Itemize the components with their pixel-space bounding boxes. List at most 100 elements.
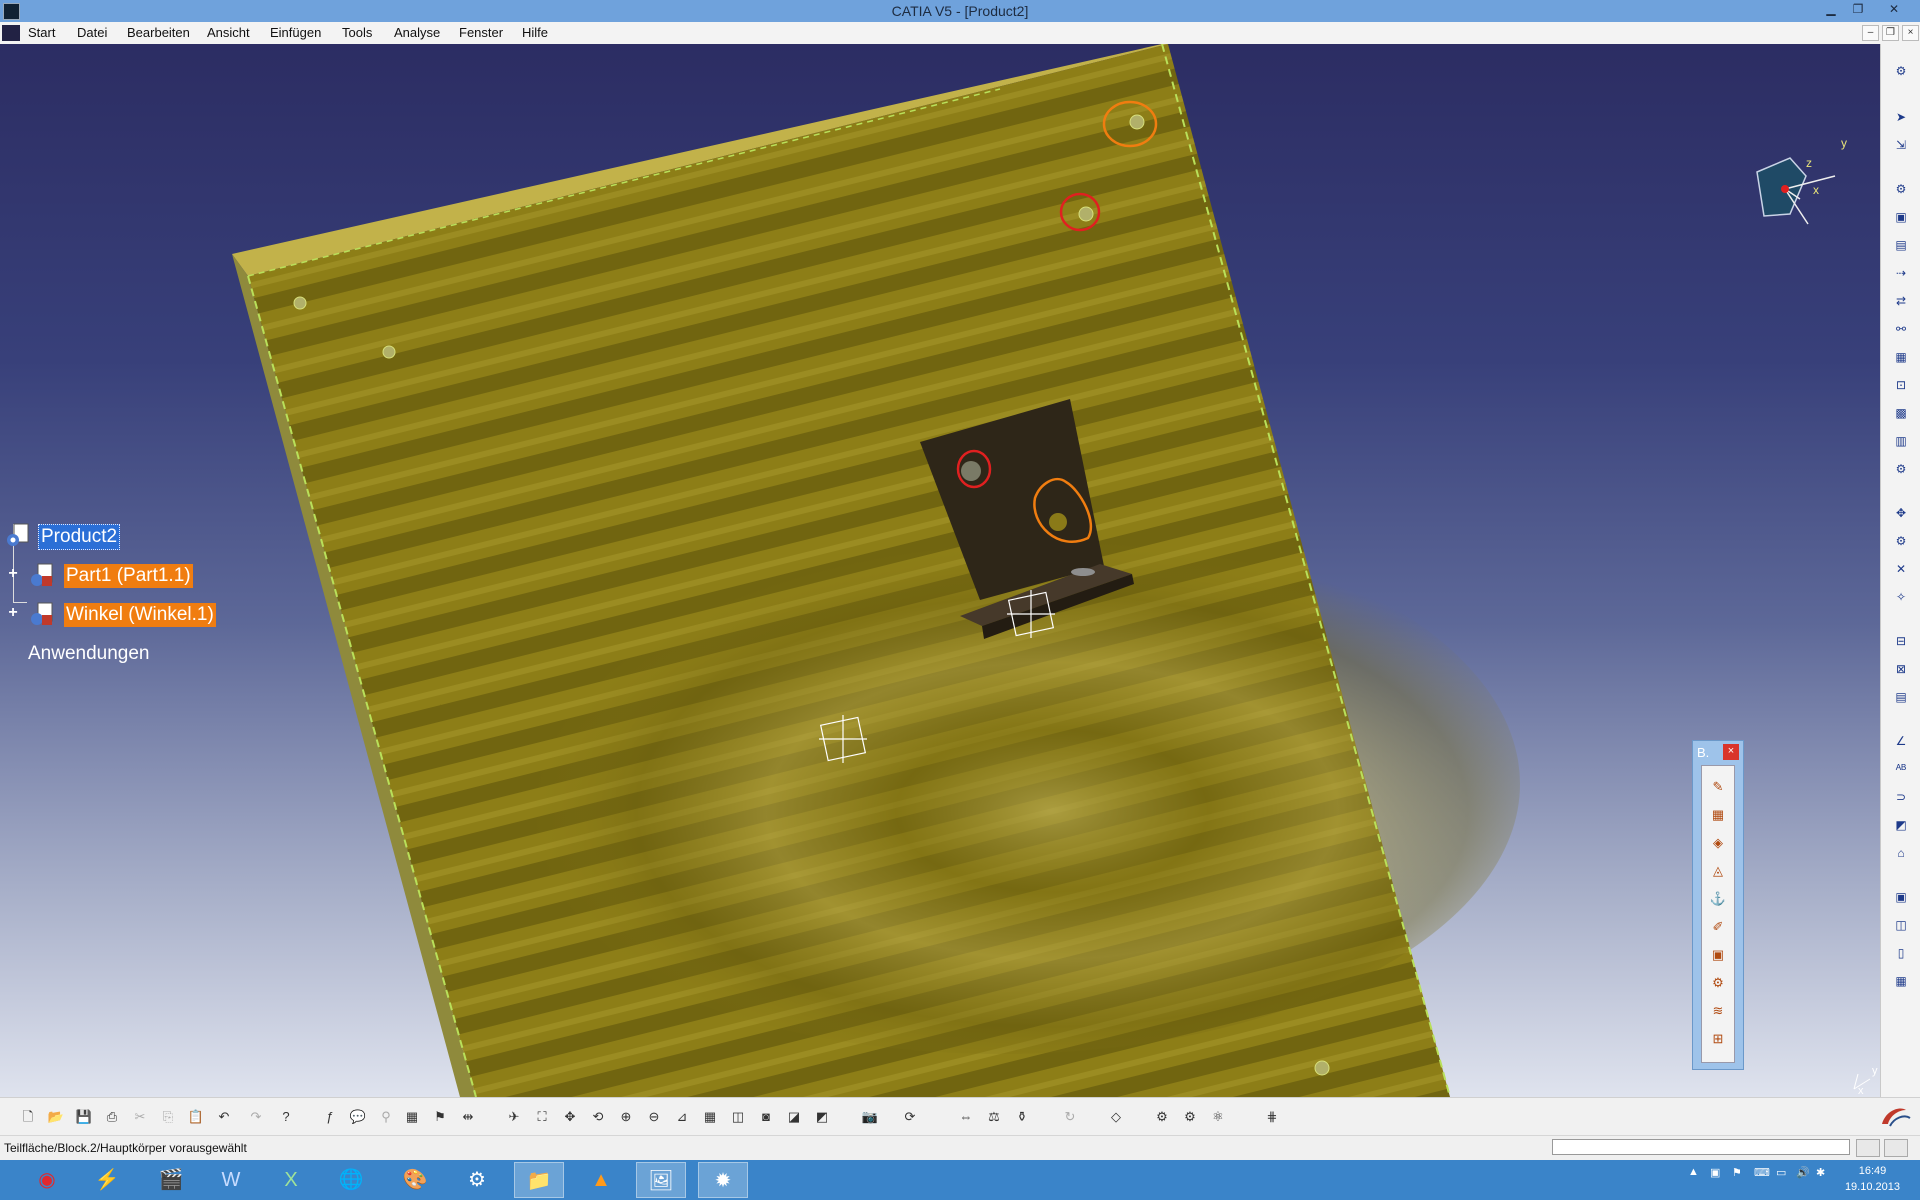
shading-icon[interactable]: ◙: [756, 1108, 776, 1126]
cut-icon[interactable]: ✂: [130, 1108, 150, 1126]
save-icon[interactable]: 💾: [74, 1108, 94, 1126]
drafting-icon[interactable]: ◬: [1709, 862, 1727, 880]
text-annotation-icon[interactable]: ᴬᴮ: [1892, 760, 1910, 778]
close-icon[interactable]: ✕: [1874, 2, 1914, 18]
whats-this-icon[interactable]: ?: [276, 1108, 296, 1126]
file-explorer-icon[interactable]: 📁: [514, 1162, 564, 1198]
fly-mode-icon[interactable]: ✈: [504, 1108, 524, 1126]
tree-item-label[interactable]: Winkel (Winkel.1): [64, 603, 216, 627]
redo-icon[interactable]: ↷: [246, 1108, 266, 1126]
print-icon[interactable]: ⎙: [102, 1108, 122, 1126]
multi-view-icon[interactable]: ▦: [700, 1108, 720, 1126]
command-input[interactable]: [1552, 1139, 1850, 1155]
fit-all-icon[interactable]: ⛶: [532, 1108, 552, 1126]
kinematics-icon[interactable]: ⚙: [1180, 1108, 1200, 1126]
expand-icon[interactable]: +: [6, 605, 20, 621]
formula-icon[interactable]: ƒ: [320, 1108, 340, 1126]
minimize-icon[interactable]: ▁: [1820, 2, 1842, 18]
sectioning-icon[interactable]: ▯: [1892, 944, 1910, 962]
pan-icon[interactable]: ✥: [560, 1108, 580, 1126]
tray-flag-icon[interactable]: ⚑: [1732, 1166, 1742, 1179]
grid-icon[interactable]: ⋕: [1262, 1108, 1282, 1126]
tray-expand-icon[interactable]: ▲: [1688, 1166, 1699, 1178]
weld-icon[interactable]: ⌂: [1892, 844, 1910, 862]
menu-start[interactable]: Start: [28, 25, 55, 40]
view-compass[interactable]: [1756, 157, 1836, 225]
tree-item-winkel[interactable]: + Winkel (Winkel.1): [0, 601, 240, 629]
tree-item-label[interactable]: Part1 (Part1.1): [64, 564, 193, 588]
new-component-icon[interactable]: ⚙: [1892, 180, 1910, 198]
normal-view-icon[interactable]: ⊿: [672, 1108, 692, 1126]
manage-representations-icon[interactable]: ▩: [1892, 404, 1910, 422]
measure-icon[interactable]: ✐: [1709, 918, 1727, 936]
start-menu-icon[interactable]: [2, 25, 20, 41]
selective-load-icon[interactable]: ⊡: [1892, 376, 1910, 394]
sketch-icon[interactable]: ◈: [1709, 834, 1727, 852]
link-icon[interactable]: ⚲: [376, 1108, 396, 1126]
taskbar-clock[interactable]: 16:49 19.10.2013: [1845, 1163, 1900, 1195]
opera-icon[interactable]: ◉: [22, 1162, 72, 1198]
copy-icon[interactable]: ⎘: [158, 1108, 178, 1126]
new-icon[interactable]: 🗋: [18, 1108, 38, 1126]
replace-component-icon[interactable]: ⇄: [1892, 292, 1910, 310]
tree-item-applications[interactable]: Anwendungen: [0, 640, 200, 668]
table-icon[interactable]: ▦: [402, 1108, 422, 1126]
part-design-icon[interactable]: ✎: [1709, 778, 1727, 796]
menu-analyse[interactable]: Analyse: [394, 25, 440, 40]
gear-icon[interactable]: ⚙: [1892, 62, 1910, 80]
vlc-icon[interactable]: ▲: [576, 1162, 626, 1198]
hide-show-icon[interactable]: ◪: [784, 1108, 804, 1126]
tray-app-icon[interactable]: ▣: [1710, 1166, 1720, 1179]
measure-item-icon[interactable]: ⇔: [956, 1108, 976, 1126]
space-analysis-icon[interactable]: ▣: [1892, 888, 1910, 906]
apply-material-icon[interactable]: ◇: [1106, 1108, 1126, 1126]
existing-component-icon[interactable]: ⇢: [1892, 264, 1910, 282]
catalog-browser-icon[interactable]: ⚑: [430, 1108, 450, 1126]
constraint-icon[interactable]: ⚓: [1709, 890, 1727, 908]
iso-view-icon[interactable]: ◫: [728, 1108, 748, 1126]
close-icon[interactable]: ×: [1723, 744, 1739, 760]
capture-icon[interactable]: 📷: [860, 1108, 880, 1126]
distance-icon[interactable]: ▦: [1892, 972, 1910, 990]
assembly-icon[interactable]: ▦: [1709, 806, 1727, 824]
refresh-icon[interactable]: ↻: [1060, 1108, 1080, 1126]
catia-launcher-icon[interactable]: ⚙: [452, 1162, 502, 1198]
paint-app-icon[interactable]: 🎨: [390, 1162, 440, 1198]
mdi-minimize-icon[interactable]: –: [1862, 25, 1879, 41]
open-icon[interactable]: 📂: [46, 1108, 66, 1126]
tree-root-row[interactable]: Product2: [0, 522, 160, 550]
layer-icon[interactable]: ≋: [1709, 1002, 1727, 1020]
zoom-in-icon[interactable]: ⊕: [616, 1108, 636, 1126]
command-stop-icon[interactable]: [1884, 1139, 1908, 1157]
mdi-restore-icon[interactable]: ❐: [1882, 25, 1899, 41]
manipulation-icon[interactable]: ✥: [1892, 504, 1910, 522]
multi-instantiation-icon[interactable]: ▥: [1892, 432, 1910, 450]
globe-app-icon[interactable]: 🌐: [326, 1162, 376, 1198]
word-icon[interactable]: W: [206, 1162, 256, 1198]
fast-multi-instantiation-icon[interactable]: ⚙: [1892, 460, 1910, 478]
explode-icon[interactable]: ✕: [1892, 560, 1910, 578]
zoom-out-icon[interactable]: ⊖: [644, 1108, 664, 1126]
render-icon[interactable]: ▣: [1709, 946, 1727, 964]
select-arrow-icon[interactable]: ➤: [1892, 108, 1910, 126]
undo-icon[interactable]: ↶: [214, 1108, 234, 1126]
new-part-icon[interactable]: ▤: [1892, 236, 1910, 254]
tray-wifi-icon[interactable]: ✱: [1816, 1166, 1825, 1179]
tree-root-label[interactable]: Product2: [38, 524, 121, 550]
menu-hilfe[interactable]: Hilfe: [522, 25, 548, 40]
photo-viewer-icon[interactable]: 🖼: [636, 1162, 686, 1198]
floating-toolbar[interactable]: B. × ✎ ▦ ◈ ◬ ⚓ ✐ ▣ ⚙ ≋ ⊞: [1692, 740, 1744, 1070]
menu-tools[interactable]: Tools: [342, 25, 372, 40]
update-icon[interactable]: ⟳: [900, 1108, 920, 1126]
tree-item-label[interactable]: Anwendungen: [26, 642, 152, 666]
swap-visible-space-icon[interactable]: ◩: [812, 1108, 832, 1126]
contact-constraint-icon[interactable]: ⊠: [1892, 660, 1910, 678]
menu-ansicht[interactable]: Ansicht: [207, 25, 250, 40]
offset-constraint-icon[interactable]: ▤: [1892, 688, 1910, 706]
tray-display-icon[interactable]: ▭: [1776, 1166, 1786, 1179]
tray-volume-icon[interactable]: 🔊: [1796, 1166, 1810, 1179]
lightning-app-icon[interactable]: ⚡: [82, 1162, 132, 1198]
comment-icon[interactable]: 💬: [348, 1108, 368, 1126]
excel-icon[interactable]: X: [266, 1162, 316, 1198]
angle-constraint-icon[interactable]: ∠: [1892, 732, 1910, 750]
